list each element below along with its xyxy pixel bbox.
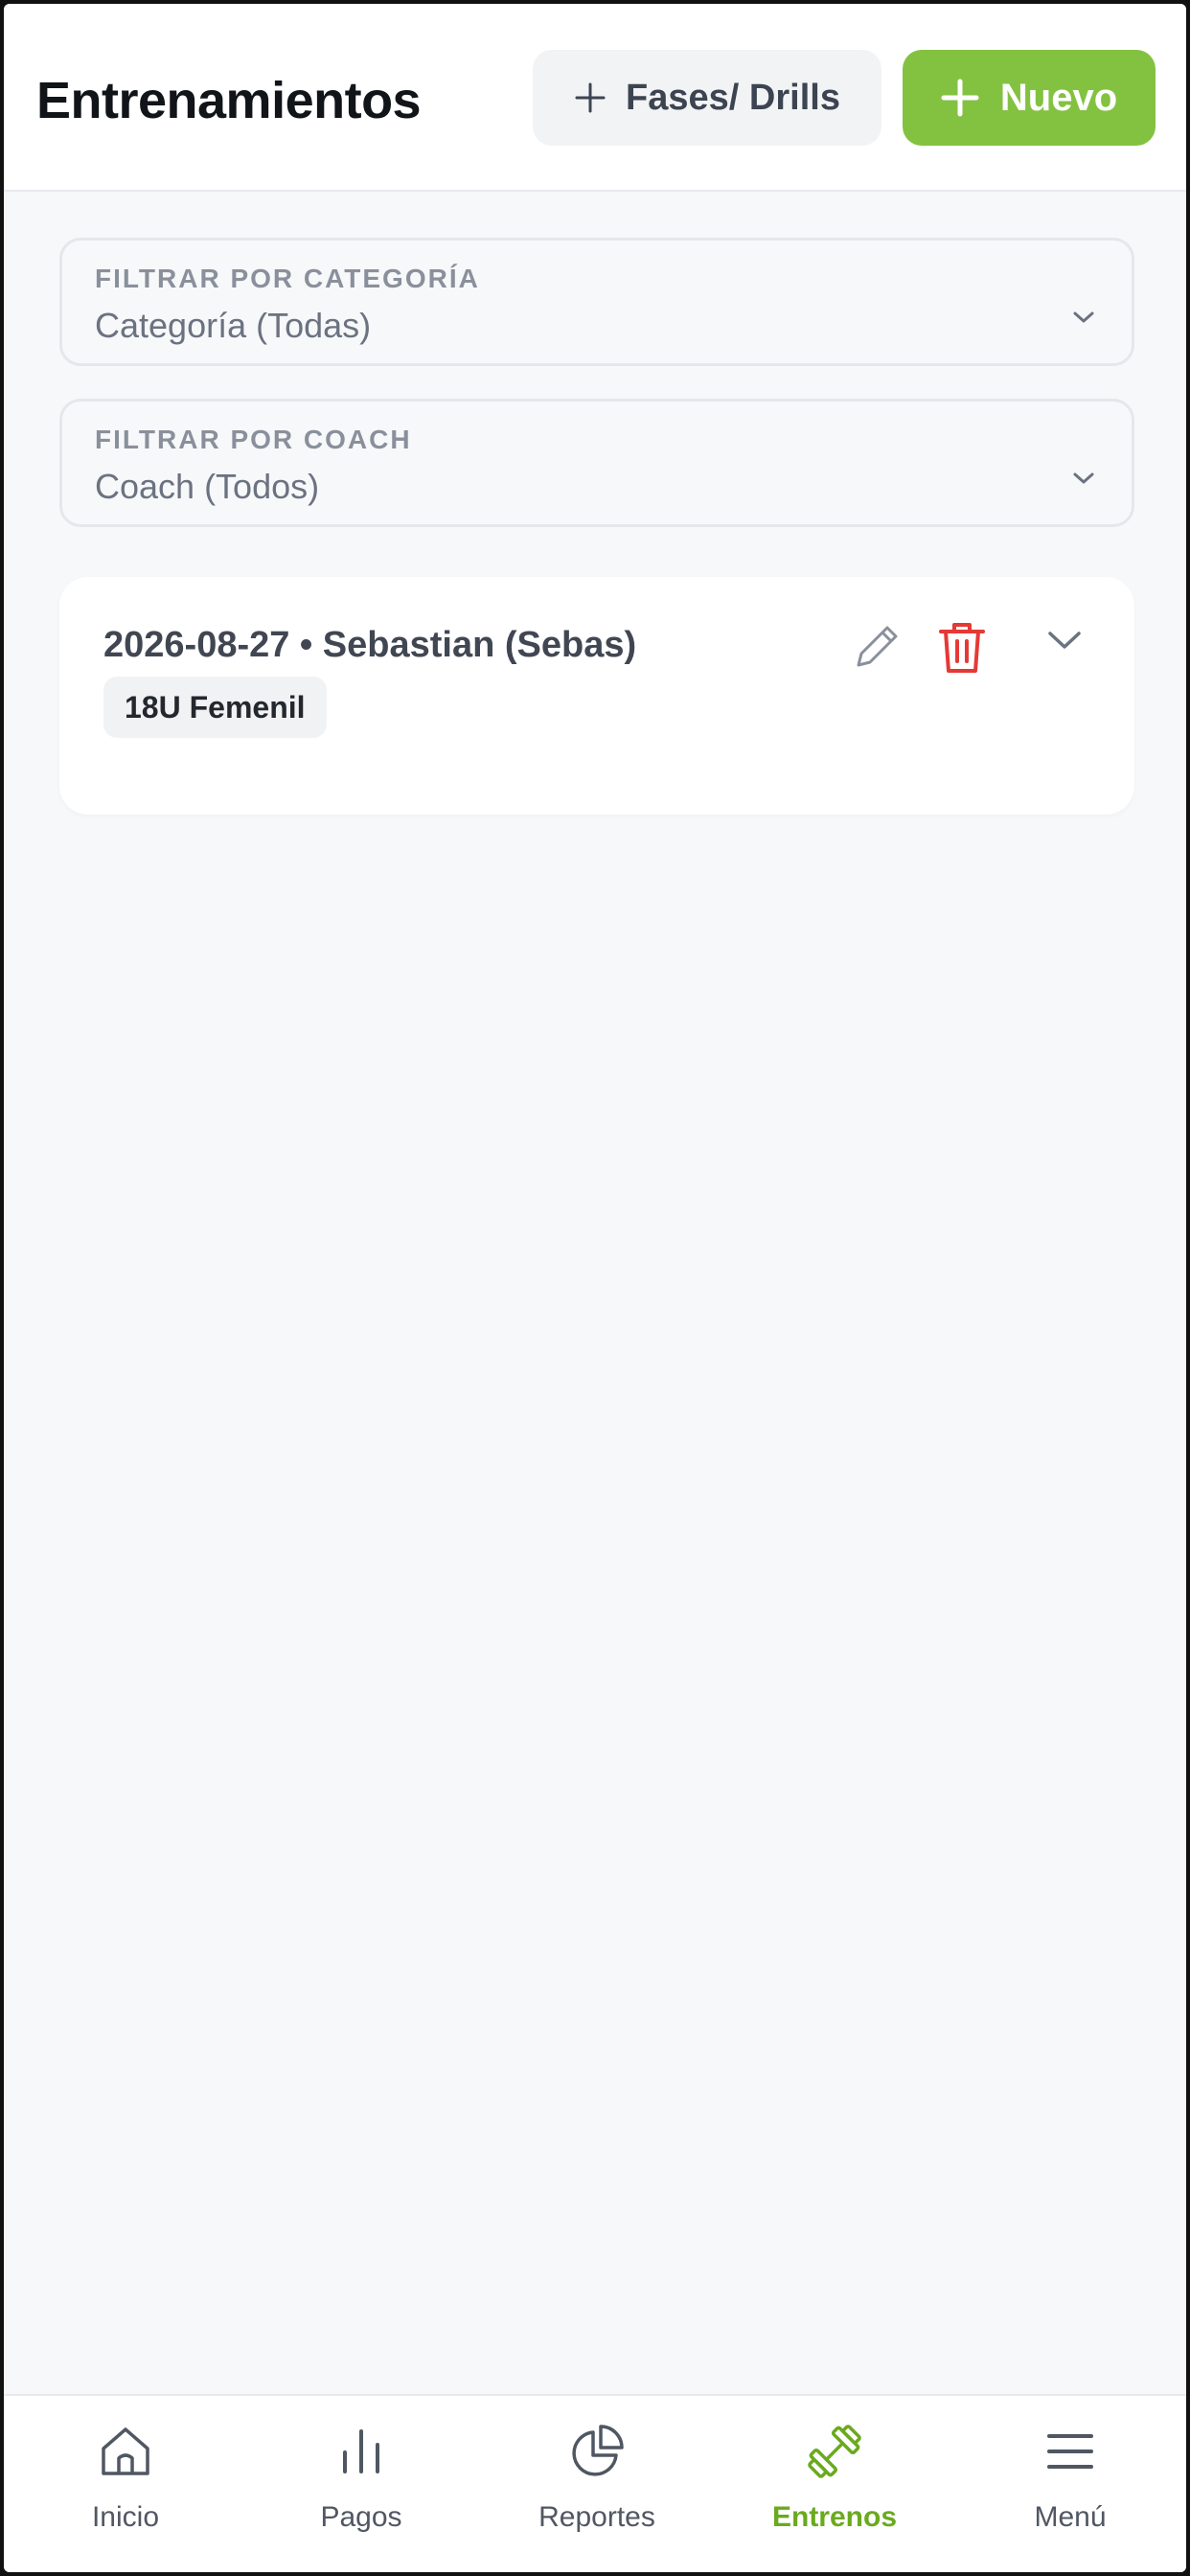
nav-item-pagos[interactable]: Pagos bbox=[256, 2417, 467, 2551]
new-training-button[interactable]: Nuevo bbox=[903, 50, 1156, 146]
menu-icon bbox=[1041, 2417, 1099, 2486]
nav-item-inicio[interactable]: Inicio bbox=[20, 2417, 231, 2551]
training-title: 2026-08-27 • Sebastian (Sebas) bbox=[103, 625, 637, 665]
app-screen: Entrenamientos Fases/ Drills Nuevo FILTR… bbox=[4, 4, 1186, 2572]
header: Entrenamientos Fases/ Drills Nuevo bbox=[4, 4, 1186, 192]
delete-trash-icon[interactable] bbox=[935, 619, 989, 681]
nav-item-reportes[interactable]: Reportes bbox=[492, 2417, 702, 2551]
page-title: Entrenamientos bbox=[36, 72, 422, 129]
home-icon bbox=[96, 2417, 155, 2486]
dumbbell-icon bbox=[803, 2417, 866, 2486]
nav-label-reportes: Reportes bbox=[538, 2501, 655, 2533]
coach-filter-select[interactable]: FILTRAR POR COACH Coach (Todos) bbox=[59, 399, 1134, 527]
edit-pencil-icon[interactable] bbox=[847, 619, 904, 681]
nav-label-pagos: Pagos bbox=[320, 2501, 402, 2533]
pie-chart-icon bbox=[566, 2417, 628, 2486]
category-filter-select[interactable]: FILTRAR POR CATEGORÍA Categoría (Todas) bbox=[59, 238, 1134, 366]
category-filter-value: Categoría (Todas) bbox=[95, 306, 372, 345]
plus-icon bbox=[574, 81, 606, 114]
bar-chart-icon bbox=[332, 2417, 391, 2486]
chevron-down-icon bbox=[1072, 471, 1095, 491]
plus-icon bbox=[941, 79, 979, 117]
new-training-label: Nuevo bbox=[999, 76, 1118, 119]
nav-label-inicio: Inicio bbox=[91, 2501, 160, 2533]
nav-item-menu[interactable]: Menú bbox=[965, 2417, 1176, 2551]
training-card[interactable]: 2026-08-27 • Sebastian (Sebas) 18U Femen… bbox=[59, 577, 1134, 815]
category-filter-label: FILTRAR POR CATEGORÍA bbox=[95, 264, 480, 293]
nav-label-entrenos: Entrenos bbox=[771, 2501, 898, 2533]
bottom-navigation: Inicio Pagos Reportes Entrenos Menú bbox=[4, 2394, 1186, 2572]
nav-label-menu: Menú bbox=[1034, 2501, 1107, 2533]
phases-drills-label: Fases/ Drills bbox=[626, 77, 840, 118]
nav-item-entrenos[interactable]: Entrenos bbox=[729, 2417, 940, 2551]
chevron-down-icon bbox=[1072, 310, 1095, 330]
chevron-down-icon[interactable] bbox=[1046, 629, 1083, 656]
coach-filter-label: FILTRAR POR COACH bbox=[95, 425, 412, 454]
category-tag: 18U Femenil bbox=[103, 677, 327, 738]
coach-filter-value: Coach (Todos) bbox=[95, 467, 320, 506]
phases-drills-button[interactable]: Fases/ Drills bbox=[533, 50, 881, 146]
